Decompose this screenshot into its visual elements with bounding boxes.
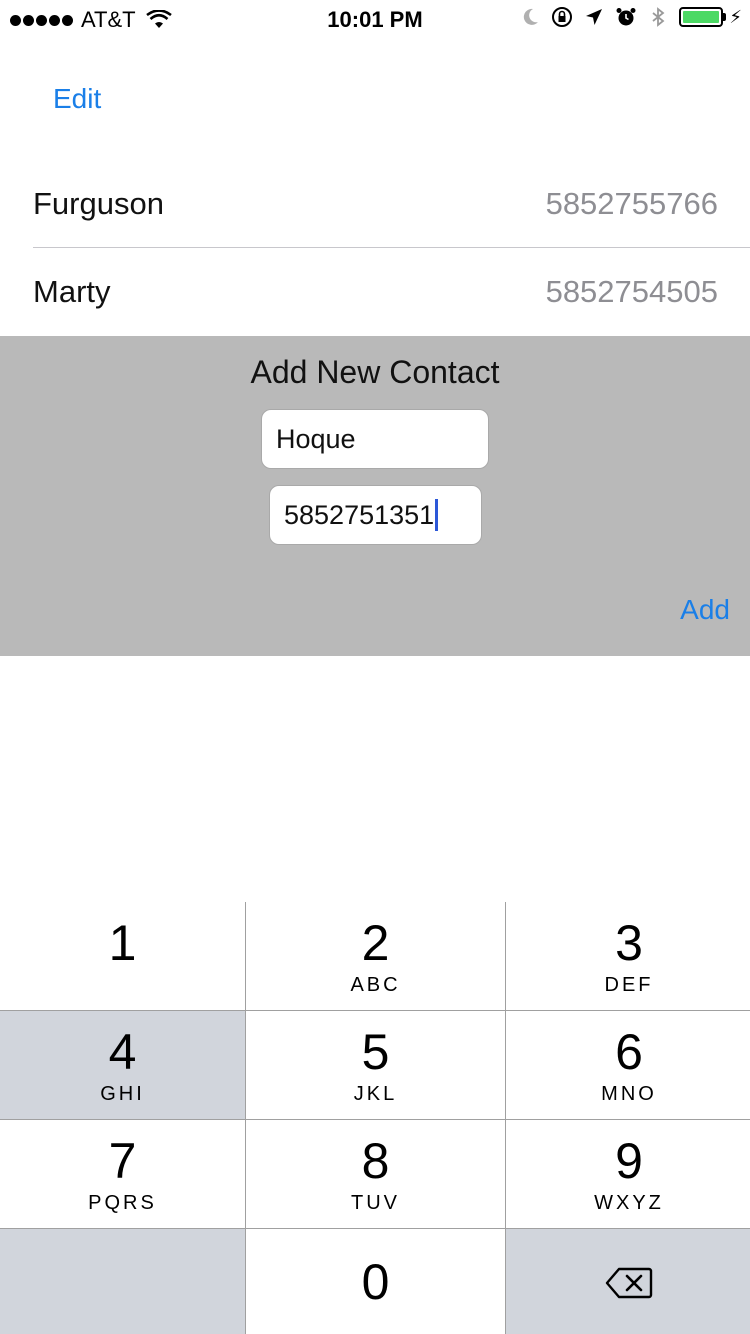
contact-phone: 5852754505: [545, 274, 718, 309]
key-7[interactable]: 7 PQRS: [0, 1120, 245, 1228]
key-digit: 9: [615, 1133, 643, 1189]
key-0[interactable]: 0: [246, 1229, 505, 1334]
screen: AT&T 10:01 PM ⚡ Edit Furguson 5852755766…: [0, 0, 750, 1334]
key-letters: WXYZ: [594, 1192, 664, 1214]
contact-name: Furguson: [33, 186, 164, 221]
key-6[interactable]: 6 MNO: [506, 1011, 750, 1119]
key-5[interactable]: 5 JKL: [246, 1011, 505, 1119]
key-digit: 1: [108, 915, 137, 971]
location-arrow-icon: [586, 9, 603, 25]
add-contact-panel: Add New Contact Hoque 5852751351 Add: [0, 336, 750, 656]
key-digit: 8: [361, 1133, 390, 1189]
add-button[interactable]: Add: [680, 594, 730, 626]
delete-backspace-icon: [605, 1267, 653, 1299]
rotation-lock-icon: [552, 7, 573, 27]
number-keypad: 1 2 ABC 3 DEF 4 GHI 5 JKL 6 MNO 7 PQRS 8…: [0, 902, 750, 1334]
status-right: ⚡: [519, 6, 742, 28]
key-letters: DEF: [604, 974, 654, 996]
key-digit: 3: [615, 915, 643, 971]
edit-button[interactable]: Edit: [53, 83, 101, 115]
moon-icon: [524, 8, 539, 25]
key-letters: ABC: [350, 974, 401, 996]
contact-phone: 5852755766: [545, 186, 718, 221]
phone-field-value: 5852751351: [284, 499, 435, 530]
key-blank: [0, 1229, 245, 1334]
key-letters: PQRS: [88, 1192, 157, 1214]
key-letters: GHI: [100, 1083, 145, 1105]
contact-name: Marty: [33, 274, 111, 309]
key-digit: 7: [108, 1133, 137, 1189]
key-3[interactable]: 3 DEF: [506, 902, 750, 1010]
name-field-value: Hoque: [276, 423, 356, 454]
key-letters: JKL: [353, 1083, 398, 1105]
key-8[interactable]: 8 TUV: [246, 1120, 505, 1228]
key-digit: 0: [361, 1254, 390, 1310]
key-digit: 5: [361, 1024, 390, 1080]
key-letters: MNO: [601, 1083, 657, 1105]
key-digit: 4: [108, 1024, 137, 1080]
phone-field[interactable]: 5852751351: [269, 485, 482, 545]
bluetooth-icon: [652, 7, 665, 27]
key-digit: 6: [615, 1024, 643, 1080]
battery-icon: ⚡: [679, 7, 742, 28]
key-9[interactable]: 9 WXYZ: [506, 1120, 750, 1228]
alarm-icon: [616, 8, 636, 26]
name-field[interactable]: Hoque: [261, 409, 489, 469]
contact-row[interactable]: Furguson 5852755766: [0, 160, 750, 248]
key-4[interactable]: 4 GHI: [0, 1011, 245, 1119]
key-1[interactable]: 1: [0, 902, 245, 1010]
delete-key[interactable]: [506, 1229, 750, 1334]
charging-bolt-icon: ⚡: [729, 6, 742, 27]
key-digit: 2: [361, 915, 390, 971]
contact-row[interactable]: Marty 5852754505: [0, 248, 750, 336]
add-contact-title: Add New Contact: [250, 354, 500, 390]
key-letters: TUV: [351, 1192, 400, 1214]
key-2[interactable]: 2 ABC: [246, 902, 505, 1010]
status-bar: AT&T 10:01 PM ⚡: [0, 0, 750, 40]
text-caret: [435, 499, 439, 531]
